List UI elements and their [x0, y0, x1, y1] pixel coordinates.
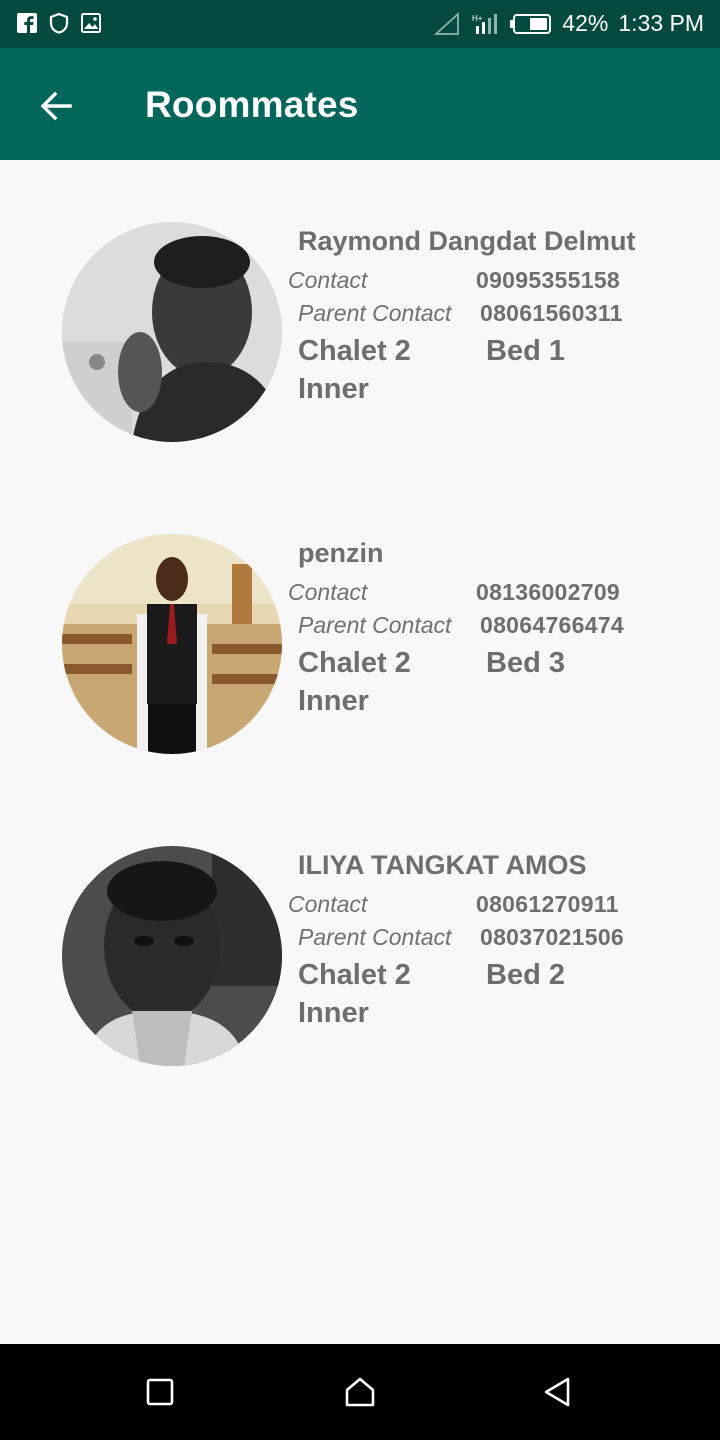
roommate-name: penzin: [298, 538, 384, 568]
section: Inner: [298, 373, 369, 405]
parent-contact-label: Parent Contact: [298, 300, 452, 326]
contact-number[interactable]: 08136002709: [476, 579, 620, 606]
status-icons-left: [16, 12, 102, 34]
square-recents-icon: [146, 1378, 174, 1406]
data-signal-icon: H+: [472, 12, 500, 36]
roommate-card[interactable]: Raymond Dangdat Delmut Contact 090953551…: [0, 160, 720, 442]
parent-contact-number[interactable]: 08037021506: [480, 924, 624, 951]
parent-contact-number[interactable]: 08061560311: [480, 300, 623, 327]
contact-label: Contact: [288, 891, 368, 917]
home-icon: [345, 1377, 375, 1407]
contact-number[interactable]: 09095355158: [476, 267, 620, 294]
arrow-left-icon: [40, 91, 72, 121]
chalet: Chalet 2: [298, 335, 411, 367]
roommate-name: Raymond Dangdat Delmut: [298, 226, 636, 256]
parent-contact-number[interactable]: 08064766474: [480, 612, 624, 639]
battery-percent: 42%: [562, 10, 609, 36]
system-back-button[interactable]: [538, 1372, 578, 1412]
chalet: Chalet 2: [298, 647, 411, 679]
status-bar: H+ 42% 1:33 PM: [0, 0, 720, 48]
app-bar: Roommates: [0, 48, 720, 160]
avatar[interactable]: [62, 846, 282, 1066]
section: Inner: [298, 997, 369, 1029]
signal-icon: [433, 11, 462, 36]
navigation-bar: [0, 1344, 720, 1440]
roommate-card[interactable]: penzin Contact 08136002709 Parent Contac…: [0, 472, 720, 754]
chalet: Chalet 2: [298, 959, 411, 991]
clock: 1:33 PM: [618, 10, 704, 36]
recents-button[interactable]: [140, 1372, 180, 1412]
avatar[interactable]: [62, 534, 282, 754]
triangle-back-icon: [544, 1377, 570, 1407]
bed: Bed 2: [486, 959, 565, 991]
roommate-name: ILIYA TANGKAT AMOS: [298, 850, 587, 880]
section: Inner: [298, 685, 369, 717]
contact-label: Contact: [288, 579, 368, 605]
avatar[interactable]: [62, 222, 282, 442]
battery-icon: [510, 13, 552, 35]
status-icons-right: H+ 42% 1:33 PM: [433, 10, 704, 37]
parent-contact-label: Parent Contact: [298, 612, 452, 638]
roommates-list[interactable]: Raymond Dangdat Delmut Contact 090953551…: [0, 160, 720, 1344]
facebook-icon: [16, 12, 38, 34]
contact-label: Contact: [288, 267, 368, 293]
contact-number[interactable]: 08061270911: [476, 891, 619, 918]
shield-icon: [48, 12, 70, 34]
parent-contact-label: Parent Contact: [298, 924, 452, 950]
image-icon: [80, 12, 102, 34]
svg-text:H+: H+: [472, 14, 483, 23]
bed: Bed 1: [486, 335, 565, 367]
roommate-card[interactable]: ILIYA TANGKAT AMOS Contact 08061270911 P…: [0, 784, 720, 1066]
page-title: Roommates: [145, 84, 359, 125]
bed: Bed 3: [486, 647, 565, 679]
back-button[interactable]: [32, 82, 80, 130]
home-button[interactable]: [340, 1372, 380, 1412]
